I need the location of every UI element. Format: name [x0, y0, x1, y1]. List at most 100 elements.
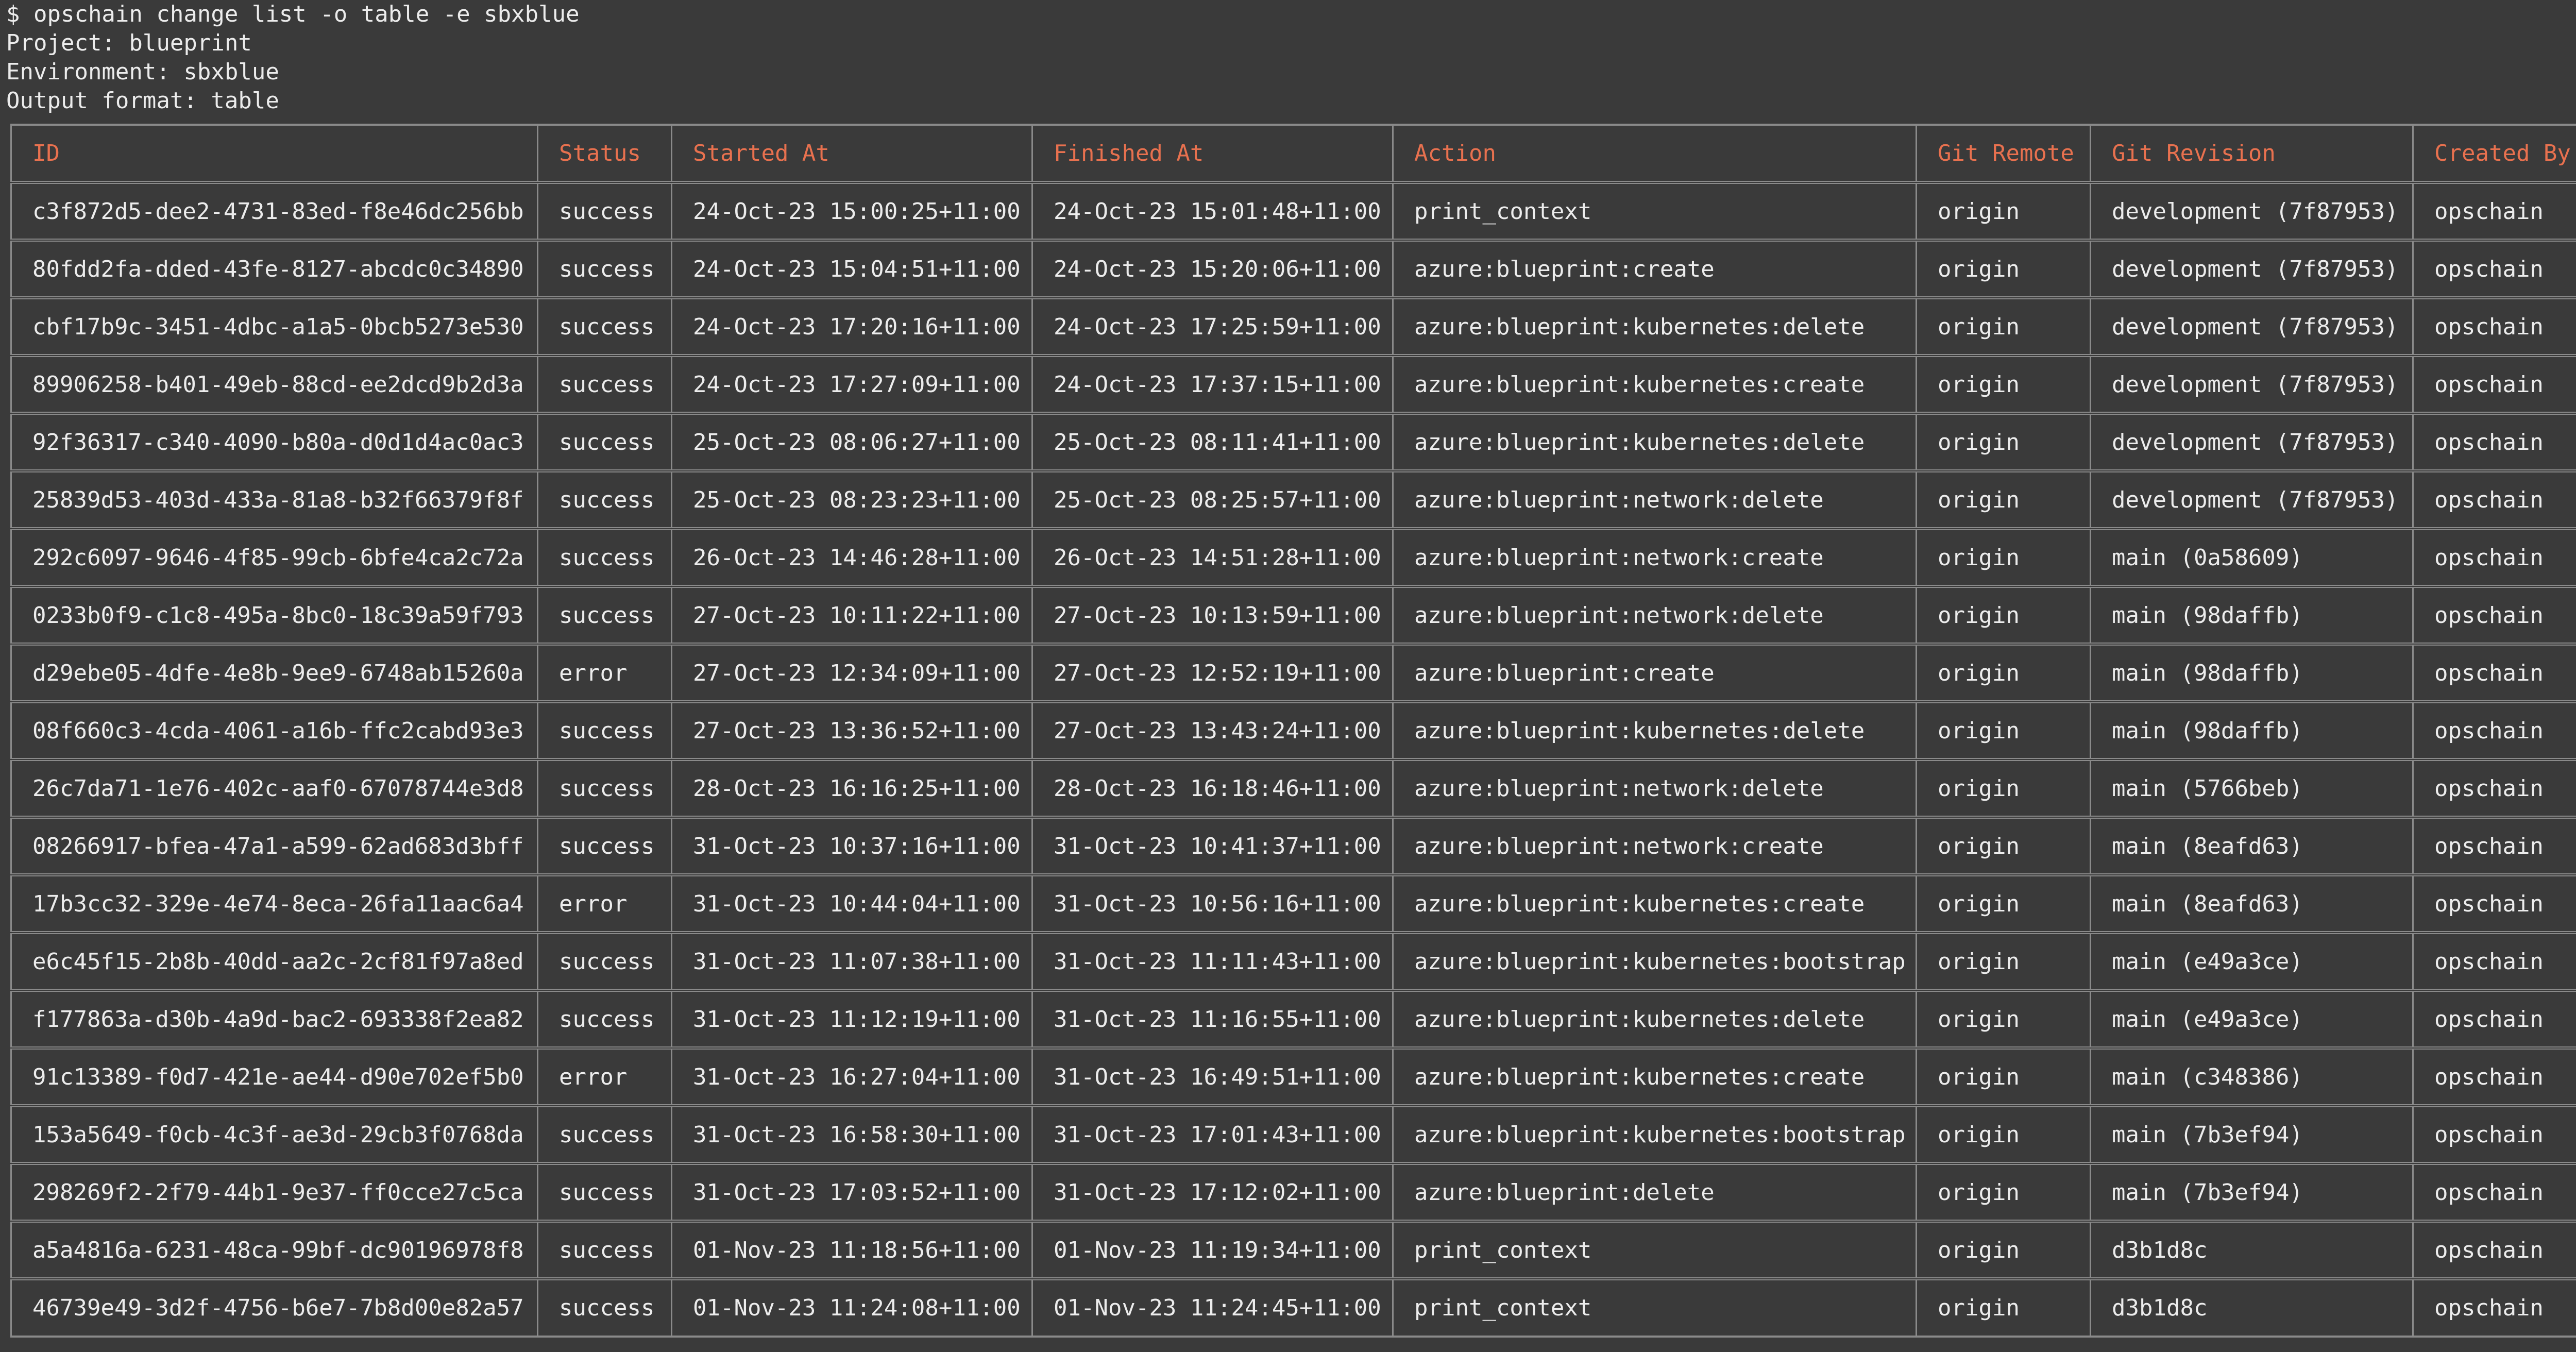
git-revision-cell: main (7b3ef94): [2090, 1162, 2413, 1222]
status-cell: error: [537, 643, 672, 703]
finished-at-cell: 31-Oct-23 10:56:16+11:00: [1031, 873, 1393, 934]
finished-at-cell: 27-Oct-23 13:43:24+11:00: [1031, 700, 1393, 760]
git-revision-cell: development (7f87953): [2090, 239, 2413, 299]
header-git-revision: Git Revision: [2090, 124, 2413, 183]
git-revision-cell: main (98daffb): [2090, 643, 2413, 703]
git-remote-cell: origin: [1916, 527, 2091, 587]
id-cell: c3f872d5-dee2-4731-83ed-f8e46dc256bb: [10, 181, 538, 241]
git-revision-cell: main (0a58609): [2090, 527, 2413, 587]
header-git-remote: Git Remote: [1916, 124, 2091, 183]
finished-at-cell: 24-Oct-23 17:37:15+11:00: [1031, 354, 1393, 414]
table-row: 26c7da71-1e76-402c-aaf0-67078744e3d8 succ…: [10, 758, 2576, 818]
table-row: c3f872d5-dee2-4731-83ed-f8e46dc256bb succ…: [10, 181, 2576, 241]
header-started-at: Started At: [671, 124, 1032, 183]
table-row: e6c45f15-2b8b-40dd-aa2c-2cf81f97a8ed succ…: [10, 931, 2576, 991]
started-at-cell: 26-Oct-23 14:46:28+11:00: [671, 527, 1032, 587]
status-cell: success: [537, 700, 672, 760]
action-cell: azure:blueprint:kubernetes:delete: [1392, 412, 1917, 472]
table-row: 46739e49-3d2f-4756-b6e7-7b8d00e82a57 succ…: [10, 1277, 2576, 1338]
created-by-cell: opschain: [2412, 296, 2576, 357]
git-remote-cell: origin: [1916, 296, 2091, 357]
git-revision-cell: main (98daffb): [2090, 700, 2413, 760]
table-row: 08266917-bfea-47a1-a599-62ad683d3bff succ…: [10, 816, 2576, 876]
finished-at-cell: 28-Oct-23 16:18:46+11:00: [1031, 758, 1393, 818]
status-cell: success: [537, 989, 672, 1049]
git-remote-cell: origin: [1916, 1277, 2091, 1338]
id-cell: 25839d53-403d-433a-81a8-b32f66379f8f: [10, 469, 538, 530]
header-finished-at: Finished At: [1031, 124, 1393, 183]
table-row: 91c13389-f0d7-421e-ae44-d90e702ef5b0 erro…: [10, 1046, 2576, 1107]
finished-at-cell: 25-Oct-23 08:25:57+11:00: [1031, 469, 1393, 530]
created-by-cell: opschain: [2412, 469, 2576, 530]
started-at-cell: 24-Oct-23 17:27:09+11:00: [671, 354, 1032, 414]
table-row: 25839d53-403d-433a-81a8-b32f66379f8f succ…: [10, 469, 2576, 530]
table-row: cbf17b9c-3451-4dbc-a1a5-0bcb5273e530 succ…: [10, 296, 2576, 357]
started-at-cell: 31-Oct-23 10:44:04+11:00: [671, 873, 1032, 934]
action-cell: print_context: [1392, 1277, 1917, 1338]
git-revision-cell: main (c348386): [2090, 1046, 2413, 1107]
table-row: a5a4816a-6231-48ca-99bf-dc90196978f8 succ…: [10, 1220, 2576, 1280]
status-cell: success: [537, 758, 672, 818]
header-action: Action: [1392, 124, 1917, 183]
id-cell: 08f660c3-4cda-4061-a16b-ffc2cabd93e3: [10, 700, 538, 760]
git-revision-cell: main (98daffb): [2090, 585, 2413, 645]
output-format-line: Output format: table: [6, 88, 279, 114]
created-by-cell: opschain: [2412, 989, 2576, 1049]
action-cell: print_context: [1392, 1220, 1917, 1280]
id-cell: 153a5649-f0cb-4c3f-ae3d-29cb3f0768da: [10, 1104, 538, 1164]
status-cell: success: [537, 1104, 672, 1164]
started-at-cell: 31-Oct-23 16:58:30+11:00: [671, 1104, 1032, 1164]
created-by-cell: opschain: [2412, 354, 2576, 414]
status-cell: success: [537, 469, 672, 530]
action-cell: azure:blueprint:create: [1392, 643, 1917, 703]
created-by-cell: opschain: [2412, 758, 2576, 818]
status-cell: success: [537, 354, 672, 414]
git-revision-cell: main (5766beb): [2090, 758, 2413, 818]
id-cell: 46739e49-3d2f-4756-b6e7-7b8d00e82a57: [10, 1277, 538, 1338]
started-at-cell: 25-Oct-23 08:06:27+11:00: [671, 412, 1032, 472]
git-revision-cell: development (7f87953): [2090, 181, 2413, 241]
created-by-cell: opschain: [2412, 700, 2576, 760]
finished-at-cell: 27-Oct-23 10:13:59+11:00: [1031, 585, 1393, 645]
id-cell: 80fdd2fa-dded-43fe-8127-abcdc0c34890: [10, 239, 538, 299]
created-by-cell: opschain: [2412, 181, 2576, 241]
status-cell: success: [537, 1277, 672, 1338]
change-list-table-wrapper: ID Status Started At Finished At Action …: [10, 124, 2576, 1338]
action-cell: azure:blueprint:kubernetes:delete: [1392, 700, 1917, 760]
id-cell: 89906258-b401-49eb-88cd-ee2dcd9b2d3a: [10, 354, 538, 414]
git-remote-cell: origin: [1916, 1104, 2091, 1164]
git-remote-cell: origin: [1916, 239, 2091, 299]
id-cell: 91c13389-f0d7-421e-ae44-d90e702ef5b0: [10, 1046, 538, 1107]
git-remote-cell: origin: [1916, 643, 2091, 703]
finished-at-cell: 27-Oct-23 12:52:19+11:00: [1031, 643, 1393, 703]
started-at-cell: 24-Oct-23 17:20:16+11:00: [671, 296, 1032, 357]
id-cell: 0233b0f9-c1c8-495a-8bc0-18c39a59f793: [10, 585, 538, 645]
action-cell: azure:blueprint:kubernetes:create: [1392, 354, 1917, 414]
git-remote-cell: origin: [1916, 469, 2091, 530]
git-revision-cell: development (7f87953): [2090, 412, 2413, 472]
finished-at-cell: 31-Oct-23 10:41:37+11:00: [1031, 816, 1393, 876]
started-at-cell: 31-Oct-23 16:27:04+11:00: [671, 1046, 1032, 1107]
git-revision-cell: main (e49a3ce): [2090, 989, 2413, 1049]
git-revision-cell: development (7f87953): [2090, 296, 2413, 357]
git-remote-cell: origin: [1916, 816, 2091, 876]
id-cell: cbf17b9c-3451-4dbc-a1a5-0bcb5273e530: [10, 296, 538, 357]
git-remote-cell: origin: [1916, 758, 2091, 818]
finished-at-cell: 01-Nov-23 11:24:45+11:00: [1031, 1277, 1393, 1338]
created-by-cell: opschain: [2412, 1277, 2576, 1338]
created-by-cell: opschain: [2412, 1220, 2576, 1280]
finished-at-cell: 24-Oct-23 15:01:48+11:00: [1031, 181, 1393, 241]
finished-at-cell: 24-Oct-23 15:20:06+11:00: [1031, 239, 1393, 299]
action-cell: azure:blueprint:kubernetes:bootstrap: [1392, 931, 1917, 991]
header-id: ID: [10, 124, 538, 183]
created-by-cell: opschain: [2412, 1162, 2576, 1222]
started-at-cell: 27-Oct-23 10:11:22+11:00: [671, 585, 1032, 645]
git-remote-cell: origin: [1916, 1046, 2091, 1107]
git-remote-cell: origin: [1916, 412, 2091, 472]
created-by-cell: opschain: [2412, 643, 2576, 703]
table-row: f177863a-d30b-4a9d-bac2-693338f2ea82 succ…: [10, 989, 2576, 1049]
finished-at-cell: 31-Oct-23 11:16:55+11:00: [1031, 989, 1393, 1049]
action-cell: azure:blueprint:delete: [1392, 1162, 1917, 1222]
finished-at-cell: 31-Oct-23 11:11:43+11:00: [1031, 931, 1393, 991]
created-by-cell: opschain: [2412, 412, 2576, 472]
